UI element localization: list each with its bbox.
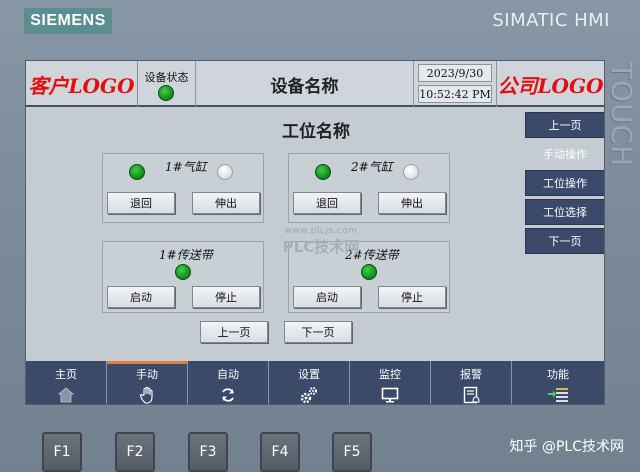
nav-auto[interactable]: 自动 <box>188 361 269 404</box>
cylinder2-retract-led-icon <box>315 164 331 180</box>
side-manual-operation[interactable]: 手动操作 <box>525 141 604 167</box>
customer-logo: 客户LOGO <box>26 61 138 107</box>
conveyor1-label: 1#传送带 <box>159 248 213 262</box>
side-prev-page-button[interactable]: 上一页 <box>525 112 604 138</box>
cylinder2-extend-led-icon <box>403 164 419 180</box>
bottom-navbar: 主页 手动 自动 设置 监控 报警 功能 <box>26 361 604 404</box>
nav-home[interactable]: 主页 <box>26 361 107 404</box>
watermark-url: www.plcjs.com <box>284 226 358 236</box>
hmi-bezel: SIEMENS SIMATIC HMI TOUCH 客户LOGO 设备状态 设备… <box>0 0 640 472</box>
nav-function[interactable]: 功能 <box>512 361 604 404</box>
f2-key[interactable]: F2 <box>115 432 155 472</box>
conveyor1-start-button[interactable]: 启动 <box>107 286 175 308</box>
screen-header: 客户LOGO 设备状态 设备名称 2023/9/30 10:52:42 PM 公… <box>26 61 604 107</box>
device-status: 设备状态 <box>138 61 196 107</box>
home-icon <box>57 387 75 403</box>
device-status-label: 设备状态 <box>144 71 189 84</box>
cylinder1-extend-led-icon <box>217 164 233 180</box>
company-logo: 公司LOGO <box>496 61 604 107</box>
side-station-operation-button[interactable]: 工位操作 <box>525 170 604 196</box>
next-page-button[interactable]: 下一页 <box>284 321 352 343</box>
conveyor2-status-led-icon <box>361 264 377 280</box>
nav-alarm-label: 报警 <box>460 368 482 381</box>
cylinder2-label: 2#气缸 <box>351 160 393 174</box>
siemens-logo: SIEMENS <box>24 8 112 34</box>
conveyor1-status-led-icon <box>175 264 191 280</box>
nav-alarm[interactable]: 报警 <box>431 361 512 404</box>
nav-monitor[interactable]: 监控 <box>350 361 431 404</box>
prev-page-button[interactable]: 上一页 <box>200 321 268 343</box>
nav-manual-label: 手动 <box>136 368 158 381</box>
cylinder1-extend-button[interactable]: 伸出 <box>192 192 260 214</box>
f5-key[interactable]: F5 <box>332 432 372 472</box>
conveyor2-start-button[interactable]: 启动 <box>293 286 361 308</box>
time-field: 10:52:42 PM <box>418 85 492 103</box>
conveyor1-group: 1#传送带 启动 停止 <box>102 241 264 313</box>
date-field: 2023/9/30 <box>418 64 492 82</box>
cylinder1-retract-led-icon <box>129 164 145 180</box>
gears-icon <box>300 387 317 404</box>
device-status-led-icon <box>158 85 174 101</box>
nav-monitor-label: 监控 <box>379 368 401 381</box>
side-next-page-button[interactable]: 下一页 <box>525 228 604 254</box>
nav-auto-label: 自动 <box>217 368 239 381</box>
cylinder1-group: 1#气缸 退回 伸出 <box>102 153 264 223</box>
f4-key[interactable]: F4 <box>260 432 300 472</box>
f3-key[interactable]: F3 <box>188 432 228 472</box>
credit-text: 知乎 @PLC技术网 <box>509 439 624 455</box>
nav-function-label: 功能 <box>547 368 569 381</box>
cylinder1-retract-button[interactable]: 退回 <box>107 192 175 214</box>
function-icon <box>548 388 568 402</box>
cylinder2-group: 2#气缸 退回 伸出 <box>288 153 450 223</box>
monitor-icon <box>381 387 399 403</box>
model-label: SIMATIC HMI <box>492 10 610 31</box>
cylinder2-extend-button[interactable]: 伸出 <box>378 192 446 214</box>
nav-home-label: 主页 <box>55 368 77 381</box>
conveyor1-stop-button[interactable]: 停止 <box>192 286 260 308</box>
nav-settings[interactable]: 设置 <box>269 361 350 404</box>
hmi-screen: 客户LOGO 设备状态 设备名称 2023/9/30 10:52:42 PM 公… <box>25 60 605 405</box>
watermark-name: PLC技术网 <box>282 238 360 256</box>
cylinder2-retract-button[interactable]: 退回 <box>293 192 361 214</box>
nav-manual[interactable]: 手动 <box>107 361 188 404</box>
f1-key[interactable]: F1 <box>42 432 82 472</box>
refresh-icon <box>222 388 234 402</box>
touch-label: TOUCH <box>605 62 638 168</box>
hand-icon <box>139 386 153 404</box>
station-title: 工位名称 <box>282 122 350 142</box>
cylinder1-label: 1#气缸 <box>165 160 207 174</box>
side-station-select-button[interactable]: 工位选择 <box>525 199 604 225</box>
watermark: www.plcjs.com PLC技术网 <box>266 226 376 257</box>
conveyor2-stop-button[interactable]: 停止 <box>378 286 446 308</box>
nav-settings-label: 设置 <box>298 368 320 381</box>
alarm-icon <box>463 386 480 404</box>
device-name: 设备名称 <box>196 61 414 107</box>
datetime-panel: 2023/9/30 10:52:42 PM <box>414 61 496 107</box>
